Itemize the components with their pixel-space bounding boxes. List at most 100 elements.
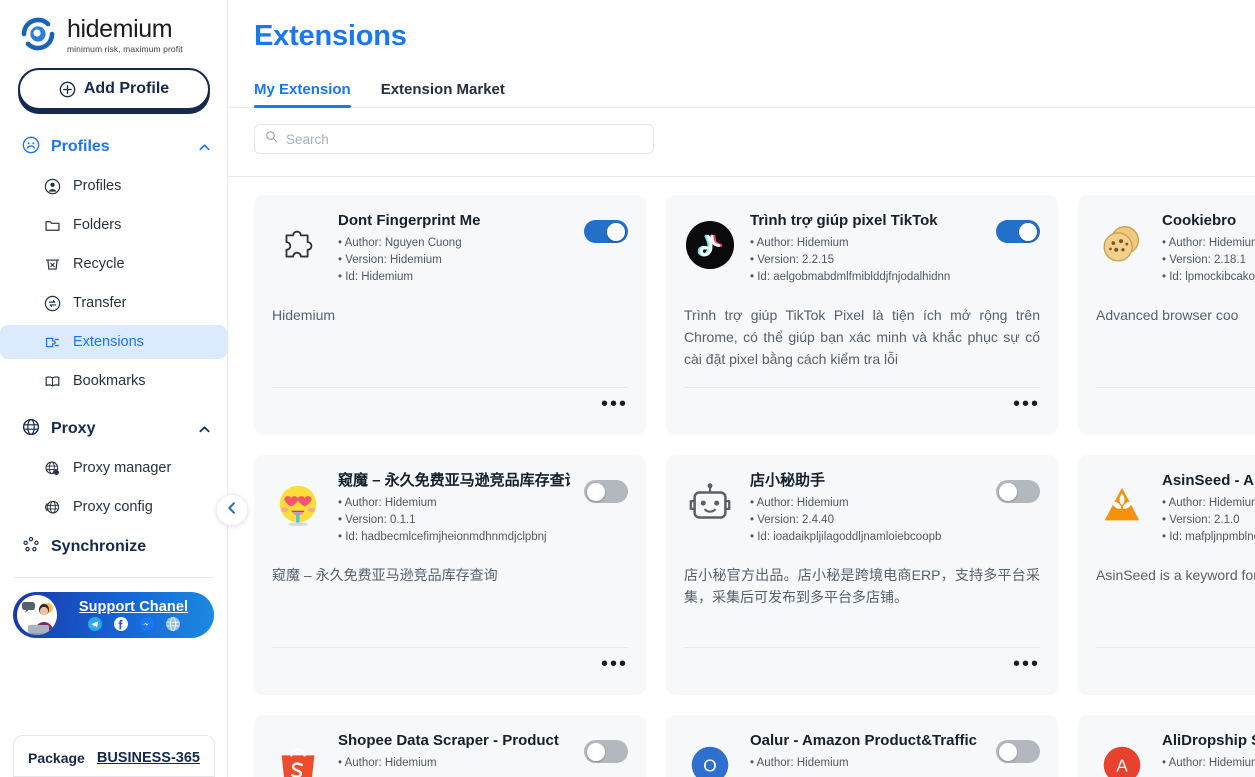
extension-icon bbox=[44, 334, 61, 351]
sidebar-item-recycle[interactable]: Recycle bbox=[0, 247, 227, 281]
extension-more-button[interactable]: ••• bbox=[1013, 654, 1040, 675]
extension-version: Version: Hidemium bbox=[338, 252, 570, 269]
extension-name: Dont Fingerprint Me bbox=[338, 212, 481, 229]
shopee-icon bbox=[272, 739, 324, 777]
extension-card[interactable]: A AliDropship S Author: Hidemium ••• bbox=[1078, 715, 1255, 777]
chevron-up-icon bbox=[198, 141, 211, 154]
extension-card[interactable]: Trình trợ giúp pixel TikTok Author: Hide… bbox=[666, 195, 1058, 435]
extension-author: Author: Nguyen Cuong bbox=[338, 235, 570, 252]
extension-toggle[interactable] bbox=[996, 740, 1040, 763]
extension-version: Version: 2.2.15 bbox=[750, 252, 982, 269]
tab-my-extension[interactable]: My Extension bbox=[254, 71, 351, 108]
brand-name: hidemium bbox=[67, 14, 173, 43]
extension-author: Author: Hidemium bbox=[750, 755, 982, 772]
extension-card[interactable]: 店小秘助手 Author: Hidemium Version: 2.4.40 I… bbox=[666, 455, 1058, 695]
telegram-icon[interactable] bbox=[87, 617, 102, 631]
sidebar-item-folders-label: Folders bbox=[73, 217, 122, 233]
alidropship-icon: A bbox=[1096, 739, 1148, 777]
plus-circle-icon bbox=[59, 81, 76, 98]
extension-author: Author: Hidemium bbox=[338, 495, 570, 512]
extension-id: Id: Hidemium bbox=[338, 269, 570, 286]
cookie-icon bbox=[1096, 219, 1148, 271]
tabs-bar: My Extension Extension Market bbox=[228, 71, 1255, 108]
extension-name: Oalur - Amazon Product&Traffic bbox=[750, 732, 977, 749]
messenger-icon[interactable] bbox=[139, 617, 154, 631]
sidebar-item-extensions-label: Extensions bbox=[73, 334, 144, 350]
globe-config-icon bbox=[44, 499, 61, 516]
sidebar-item-transfer-label: Transfer bbox=[73, 295, 127, 311]
content-divider bbox=[228, 176, 1255, 177]
sidebar-item-folders[interactable]: Folders bbox=[0, 208, 227, 242]
tab-extension-market[interactable]: Extension Market bbox=[381, 71, 505, 107]
package-value[interactable]: BUSINESS-365 bbox=[97, 750, 200, 766]
extension-toggle[interactable] bbox=[996, 220, 1040, 243]
search-box[interactable] bbox=[254, 124, 654, 154]
sidebar-item-bookmarks-label: Bookmarks bbox=[73, 373, 146, 389]
extension-card[interactable]: Shopee Data Scraper - Product Author: Hi… bbox=[254, 715, 646, 777]
extension-description: Advanced browser coo bbox=[1096, 307, 1239, 323]
transfer-icon bbox=[44, 295, 61, 312]
sidebar-item-bookmarks[interactable]: Bookmarks bbox=[0, 364, 227, 398]
extension-name: AliDropship S bbox=[1162, 732, 1255, 749]
globe-small-icon bbox=[44, 460, 61, 477]
sidebar-group-profiles-label: Profiles bbox=[51, 138, 110, 155]
sidebar-collapse-button[interactable] bbox=[216, 494, 248, 526]
synchronize-icon bbox=[22, 536, 40, 559]
extension-toggle[interactable] bbox=[584, 480, 628, 503]
svg-text:A: A bbox=[1116, 756, 1128, 776]
sidebar-item-proxy-config-label: Proxy config bbox=[73, 499, 153, 515]
social-links bbox=[87, 616, 180, 632]
extension-author: Author: Hidemium bbox=[750, 235, 982, 252]
extension-card[interactable]: Dont Fingerprint Me Author: Nguyen Cuong… bbox=[254, 195, 646, 435]
extension-toggle[interactable] bbox=[996, 480, 1040, 503]
brand-tagline: minimum risk, maximum profit bbox=[67, 43, 183, 54]
extension-toggle[interactable] bbox=[584, 740, 628, 763]
sidebar-divider bbox=[14, 577, 213, 578]
trash-icon bbox=[44, 256, 61, 273]
sidebar-item-synchronize[interactable]: Synchronize bbox=[0, 529, 227, 565]
svg-text:O: O bbox=[703, 756, 716, 776]
package-card: Package BUSINESS-365 bbox=[13, 735, 215, 777]
extension-id: Id: ioadaikpljilagoddljnamloiebcoopb bbox=[750, 529, 982, 546]
extension-name: AsinSeed - Am bbox=[1162, 472, 1255, 489]
search-icon bbox=[265, 130, 278, 148]
sidebar-group-profiles[interactable]: Profiles bbox=[0, 130, 227, 164]
sidebar-group-proxy-label: Proxy bbox=[51, 420, 96, 437]
sidebar: hidemium minimum risk, maximum profit Ad… bbox=[0, 0, 228, 777]
extension-more-button[interactable]: ••• bbox=[1013, 394, 1040, 415]
extension-more-button[interactable]: ••• bbox=[601, 654, 628, 675]
extensions-grid: Dont Fingerprint Me Author: Nguyen Cuong… bbox=[254, 195, 1255, 777]
add-profile-button[interactable]: Add Profile bbox=[18, 68, 210, 110]
sidebar-item-profiles[interactable]: Profiles bbox=[0, 169, 227, 203]
oalur-icon: O bbox=[684, 739, 736, 777]
extension-card[interactable]: 窥魔 – 永久免费亚马逊竞品库存查询 Author: Hidemium Vers… bbox=[254, 455, 646, 695]
search-input[interactable] bbox=[286, 131, 643, 147]
sidebar-item-synchronize-label: Synchronize bbox=[51, 538, 147, 555]
sidebar-nav: Profiles Profiles Folders Recycle Transf… bbox=[0, 130, 227, 565]
heart-eyes-emoji-icon bbox=[272, 479, 324, 531]
support-channel-title: Support Chanel bbox=[78, 599, 189, 615]
sidebar-item-extensions[interactable]: Extensions bbox=[0, 325, 227, 359]
sidebar-group-proxy[interactable]: Proxy bbox=[0, 412, 227, 446]
extension-name: Shopee Data Scraper - Product bbox=[338, 732, 559, 749]
extension-description: Trình trợ giúp TikTok Pixel là tiện ích … bbox=[684, 307, 1040, 367]
package-label: Package bbox=[28, 750, 85, 766]
sidebar-item-proxy-manager[interactable]: Proxy manager bbox=[0, 451, 227, 485]
facebook-icon[interactable] bbox=[113, 617, 128, 631]
extension-toggle[interactable] bbox=[584, 220, 628, 243]
extension-id: Id: hadbecmlcefimjheionmdhnmdjclpbnj bbox=[338, 529, 570, 546]
sidebar-item-proxy-config[interactable]: Proxy config bbox=[0, 490, 227, 524]
extension-more-button[interactable]: ••• bbox=[601, 394, 628, 415]
extension-id: Id: aelgobmabdmlfmiblddjfnjodalhidnn bbox=[750, 269, 982, 286]
support-channel-banner[interactable]: Support Chanel bbox=[13, 592, 214, 638]
chevron-left-icon bbox=[225, 501, 239, 520]
extension-card[interactable]: Cookiebro Author: Hidemium Version: 2.18… bbox=[1078, 195, 1255, 435]
globe-social-icon[interactable] bbox=[165, 616, 180, 632]
sidebar-item-transfer[interactable]: Transfer bbox=[0, 286, 227, 320]
extension-card[interactable]: O Oalur - Amazon Product&Traffic Author:… bbox=[666, 715, 1058, 777]
support-agent-avatar bbox=[17, 595, 57, 635]
chevron-up-icon bbox=[198, 423, 211, 436]
extension-name: 店小秘助手 bbox=[750, 472, 826, 489]
extension-card[interactable]: AsinSeed - Am Author: Hidemium Version: … bbox=[1078, 455, 1255, 695]
page-title: Extensions bbox=[254, 20, 407, 52]
